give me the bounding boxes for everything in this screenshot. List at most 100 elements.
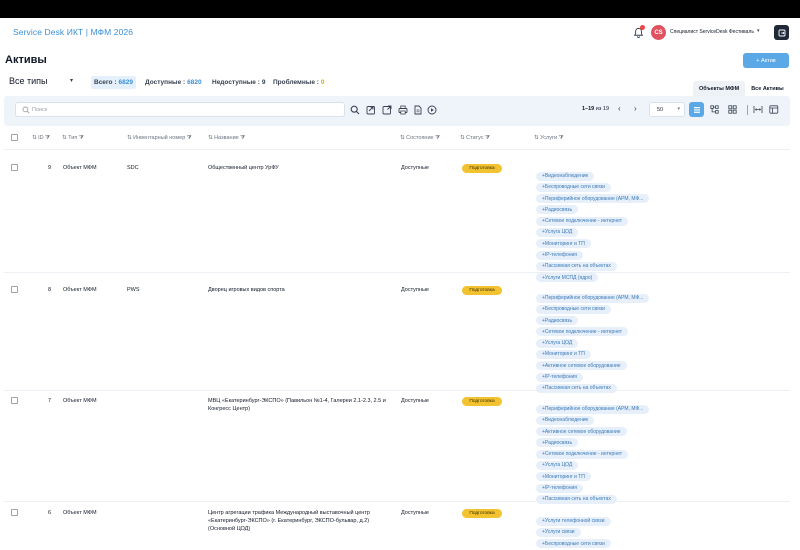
- stat-total[interactable]: Всего : 6829: [91, 76, 136, 89]
- brand-title[interactable]: Service Desk ИКТ | МФМ 2026: [13, 27, 133, 37]
- column-inventory[interactable]: ⇅ Инвентарный номер ⧩: [127, 135, 192, 142]
- service-chip-wrapper: +Услуги МСПД (ядро): [536, 266, 649, 283]
- column-state[interactable]: ⇅ Состояние ⧩: [400, 135, 440, 142]
- tab-all-assets[interactable]: Все Активы: [745, 81, 790, 96]
- row-checkbox[interactable]: [11, 286, 18, 293]
- stat-unavailable-value: 9: [261, 79, 266, 86]
- cell-state: Доступные: [401, 510, 429, 516]
- user-name[interactable]: Специалист ServiceDesk Фестиваль: [670, 29, 754, 35]
- avatar[interactable]: CS: [651, 25, 666, 40]
- service-chip-wrapper: +Пассивная сеть на объектах: [536, 376, 649, 393]
- add-asset-button[interactable]: + Актив: [743, 53, 789, 68]
- row-checkbox[interactable]: [11, 397, 18, 404]
- table-row[interactable]: 8 Объект МФМ PWS Дворец игровых видов спорт…: [4, 280, 790, 393]
- stat-available-value: 6820: [187, 79, 202, 86]
- row-checkbox[interactable]: [11, 164, 18, 171]
- column-services[interactable]: ⇅ Услуги ⧩: [534, 135, 564, 142]
- service-chip-wrapper: +Мониторинг и ТП: [536, 232, 649, 249]
- column-width-button[interactable]: [750, 102, 765, 117]
- play-icon[interactable]: [427, 105, 437, 115]
- table-row[interactable]: 6 Объект МФМ Центр агрегации трафика Между…: [4, 503, 790, 550]
- column-name[interactable]: ⇅ Название ⧩: [208, 135, 245, 142]
- stat-unavailable[interactable]: Недоступные : 9: [209, 76, 269, 89]
- service-chip-wrapper: +Беспроводные сети связи: [536, 532, 611, 549]
- services-list: +Услуги телефонной связи +Услуги связи +Бе…: [536, 509, 611, 550]
- stat-problem[interactable]: Проблемные : 0: [270, 76, 328, 89]
- select-all-checkbox[interactable]: [11, 134, 18, 141]
- list-view-button[interactable]: [689, 102, 704, 117]
- table-header: ⇅ ID ⧩ ⇅ Тип ⧩ ⇅ Инвентарный номер ⧩ ⇅ Н…: [4, 126, 790, 150]
- stat-total-value: 6829: [118, 79, 133, 86]
- service-chip-wrapper: +Периферийное оборудование (АРМ, МФ...: [536, 397, 650, 414]
- column-id[interactable]: ⇅ ID ⧩: [32, 135, 50, 142]
- row-checkbox[interactable]: [11, 509, 18, 516]
- service-chip-wrapper: +Беспроводные сети связи: [536, 175, 649, 192]
- search-icon[interactable]: [350, 105, 360, 115]
- cell-state: Доступные: [401, 398, 429, 404]
- chevron-right-icon[interactable]: ›: [634, 104, 637, 113]
- print-icon[interactable]: [398, 105, 408, 115]
- column-resize-icon: [753, 106, 762, 113]
- cell-type: Объект МФМ: [63, 398, 97, 404]
- status-badge: Подготовка: [462, 397, 502, 406]
- services-list: +Периферийное оборудование (АРМ, МФ... +В…: [536, 397, 650, 504]
- column-status[interactable]: ⇅ Статус ⧩: [460, 135, 490, 142]
- services-list: +Видеонаблюдение +Беспроводные сети связи…: [536, 164, 650, 283]
- export-icon[interactable]: [382, 105, 392, 115]
- page-title: Активы: [5, 54, 47, 66]
- logout-button[interactable]: [774, 25, 789, 40]
- stat-problem-label: Проблемные :: [273, 79, 319, 86]
- app: Service Desk ИКТ | МФМ 2026 CS Специалис…: [0, 18, 800, 550]
- search-box: [15, 102, 345, 117]
- service-chip-wrapper: +Мониторинг и ТП: [536, 342, 649, 359]
- chevron-down-icon[interactable]: ▾: [70, 77, 73, 84]
- page-size-select[interactable]: 50 ▾: [649, 102, 685, 117]
- stat-problem-value: 0: [320, 79, 325, 86]
- import-icon[interactable]: [366, 105, 376, 115]
- assets-table: ⇅ ID ⧩ ⇅ Тип ⧩ ⇅ Инвентарный номер ⧩ ⇅ Н…: [4, 126, 790, 550]
- stat-available[interactable]: Доступные : 6820: [142, 76, 205, 89]
- column-type[interactable]: ⇅ Тип ⧩: [62, 135, 84, 142]
- chevron-left-icon[interactable]: ‹: [618, 104, 621, 113]
- service-chip-wrapper: +Активное сетевое оборудование: [536, 354, 649, 371]
- status-badge: Подготовка: [462, 286, 502, 295]
- pager-total: из 19: [595, 106, 610, 112]
- toolbar: 1–19 из 19 ‹ › 50 ▾: [4, 96, 790, 126]
- services-list: +Периферийное оборудование (АРМ, МФ... +Б…: [536, 286, 650, 393]
- list-icon: [693, 106, 700, 113]
- cell-type: Объект МФМ: [63, 165, 97, 171]
- status-badge: Подготовка: [462, 509, 502, 518]
- logout-icon: [778, 29, 785, 36]
- cell-name[interactable]: Общественный центр УрФУ: [208, 164, 396, 172]
- service-chip-wrapper: +IP-телефония: [536, 476, 649, 493]
- column-settings-button[interactable]: [766, 102, 781, 117]
- cell-type: Объект МФМ: [63, 287, 97, 293]
- stat-unavailable-label: Недоступные :: [212, 79, 260, 86]
- page-size-value: 50: [657, 106, 664, 113]
- search-input[interactable]: [32, 104, 332, 115]
- cell-inventory: PWS: [127, 287, 140, 293]
- status-badge: Подготовка: [462, 164, 502, 173]
- toolbar-divider: [747, 105, 748, 115]
- cell-name[interactable]: Дворец игровых видов спорта: [208, 286, 396, 294]
- service-chip-wrapper: +IP-телефония: [536, 243, 649, 260]
- settings-table-icon: [768, 105, 778, 114]
- tree-view-button[interactable]: [707, 102, 722, 117]
- grid-view-button[interactable]: [725, 102, 740, 117]
- service-chip-wrapper: +Видеонаблюдение: [536, 164, 649, 181]
- service-chip-wrapper: +Пассивная сеть на объектах: [536, 254, 649, 271]
- pager-range: 1–19: [582, 106, 595, 112]
- chevron-down-icon[interactable]: ▾: [757, 28, 760, 34]
- cell-name[interactable]: МВЦ «Екатеринбург-ЭКСПО» (Павильон №1-4,…: [208, 397, 396, 413]
- view-tabs: Объекты МФМ Все Активы: [693, 81, 790, 96]
- document-icon[interactable]: [413, 105, 423, 115]
- cell-name[interactable]: Центр агрегации трафика Международный вы…: [208, 509, 396, 533]
- table-row[interactable]: 9 Объект МФМ SDC Общественный центр УрФУ Дос…: [4, 158, 790, 283]
- tab-mfm-objects[interactable]: Объекты МФМ: [693, 81, 746, 96]
- service-chip-wrapper: +Сетевое подключение - интернет: [536, 442, 649, 459]
- table-row[interactable]: 7 Объект МФМ МВЦ «Екатеринбург-ЭКСПО» (Пав…: [4, 391, 790, 504]
- cell-inventory: SDC: [127, 165, 139, 171]
- cell-id: 9: [47, 165, 51, 171]
- search-icon: [22, 106, 30, 114]
- type-filter-select[interactable]: Все типы: [9, 76, 48, 86]
